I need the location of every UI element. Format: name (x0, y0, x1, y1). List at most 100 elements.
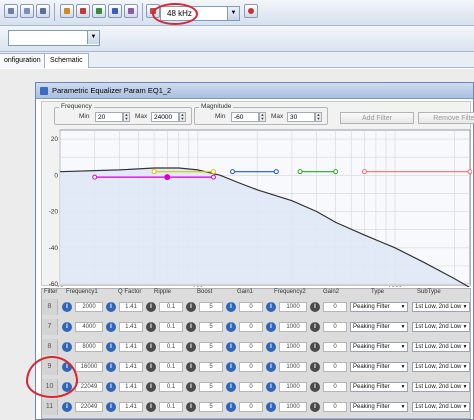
frequency2-value[interactable]: 1000 (279, 402, 307, 412)
q-knob-icon[interactable]: i (106, 362, 116, 372)
column-header[interactable]: SubType (417, 289, 441, 298)
tab-schematic[interactable]: Schematic (44, 53, 89, 68)
filter-type-select[interactable]: Peaking Filter ▼ (350, 302, 408, 312)
chevron-down-icon[interactable]: ▼ (461, 403, 469, 411)
align-icon[interactable] (60, 4, 74, 18)
ripple-knob-icon[interactable]: i (146, 382, 156, 392)
table-row[interactable]: 11 i 22049 i 1.41 i 0.1 i 5 i 0 i 1000 i 0 Peaking Filt… (42, 399, 472, 415)
filter-type-select[interactable]: Peaking Filter ▼ (350, 402, 408, 412)
chevron-down-icon[interactable]: ▼ (461, 303, 469, 311)
q-knob-icon[interactable]: i (106, 382, 116, 392)
frequency2-knob-icon[interactable]: i (266, 362, 276, 372)
boost-knob-icon[interactable]: i (186, 382, 196, 392)
ripple-value[interactable]: 0.1 (159, 362, 183, 372)
table-row[interactable]: 9 i 16000 i 1.41 i 0.1 i 5 i 0 i 1000 i 0 Peaking Filte… (42, 359, 472, 375)
gain1-value[interactable]: 0 (239, 342, 263, 352)
ripple-knob-icon[interactable]: i (146, 402, 156, 412)
gain2-knob-icon[interactable]: i (310, 402, 320, 412)
frequency-knob-icon[interactable]: i (62, 342, 72, 352)
filter-subtype-select[interactable]: 1st Low, 2nd Low ▼ (412, 382, 470, 392)
column-header[interactable]: Boost (197, 289, 212, 298)
q-value[interactable]: 1.41 (119, 382, 143, 392)
chevron-down-icon[interactable]: ▼ (461, 323, 469, 331)
frequency2-value[interactable]: 1000 (279, 302, 307, 312)
gain2-value[interactable]: 0 (323, 402, 347, 412)
tab-configuration[interactable]: onfiguration (0, 53, 47, 68)
settings-icon[interactable] (244, 4, 258, 18)
frequency2-value[interactable]: 1000 (279, 362, 307, 372)
ripple-knob-icon[interactable]: i (146, 322, 156, 332)
frequency2-value[interactable]: 1000 (279, 322, 307, 332)
frequency-value[interactable]: 4000 (75, 322, 103, 332)
filter-type-select[interactable]: Peaking Filter ▼ (350, 322, 408, 332)
ripple-value[interactable]: 0.1 (159, 322, 183, 332)
chevron-down-icon[interactable]: ▼ (227, 7, 239, 20)
filter-subtype-select[interactable]: 1st Low, 2nd Low ▼ (412, 302, 470, 312)
gain2-value[interactable]: 0 (323, 302, 347, 312)
list-icon[interactable] (20, 4, 34, 18)
table-row[interactable]: 8 i 2000 i 1.41 i 0.1 i 5 i 0 i 1000 i 0 Peaking Filter… (42, 299, 472, 315)
column-header[interactable]: Filter (44, 289, 57, 298)
boost-value[interactable]: 5 (199, 382, 223, 392)
column-header[interactable]: Q Factor (118, 289, 141, 298)
gain1-knob-icon[interactable]: i (226, 302, 236, 312)
filter-type-select[interactable]: Peaking Filter ▼ (350, 362, 408, 372)
gain2-knob-icon[interactable]: i (310, 342, 320, 352)
ripple-value[interactable]: 0.1 (159, 382, 183, 392)
frequency-knob-icon[interactable]: i (62, 322, 72, 332)
column-header[interactable]: Ripple (154, 289, 171, 298)
frequency2-value[interactable]: 1000 (279, 342, 307, 352)
boost-value[interactable]: 5 (199, 322, 223, 332)
frequency-value[interactable]: 22049 (75, 402, 103, 412)
table-row[interactable]: 8 i 8000 i 1.41 i 0.1 i 5 i 0 i 1000 i 0 Peaking Filter… (42, 339, 472, 355)
gain2-value[interactable]: 0 (323, 342, 347, 352)
ripple-knob-icon[interactable]: i (146, 362, 156, 372)
grid-icon[interactable] (4, 4, 18, 18)
gain1-value[interactable]: 0 (239, 402, 263, 412)
chevron-down-icon[interactable]: ▼ (461, 363, 469, 371)
chevron-down-icon[interactable]: ▼ (461, 343, 469, 351)
frequency2-value[interactable]: 1000 (279, 382, 307, 392)
gain1-value[interactable]: 0 (239, 362, 263, 372)
frequency2-knob-icon[interactable]: i (266, 382, 276, 392)
table-row[interactable]: 10 i 22049 i 1.41 i 0.1 i 5 i 0 i 1000 i 0 Peaking Filt… (42, 379, 472, 395)
boost-knob-icon[interactable]: i (186, 402, 196, 412)
q-value[interactable]: 1.41 (119, 302, 143, 312)
chevron-down-icon[interactable]: ▼ (399, 343, 407, 351)
column-header[interactable]: Gain1 (237, 289, 253, 298)
column-header[interactable]: Frequency1 (66, 289, 98, 298)
chevron-down-icon[interactable]: ▼ (399, 323, 407, 331)
filter-type-select[interactable]: Peaking Filter ▼ (350, 382, 408, 392)
table-row[interactable]: 7 i 4000 i 1.41 i 0.1 i 5 i 0 i 1000 i 0 Peaking Filter… (42, 319, 472, 335)
gain1-knob-icon[interactable]: i (226, 402, 236, 412)
chevron-down-icon[interactable]: ▼ (87, 31, 99, 44)
frequency-value[interactable]: 16000 (75, 362, 103, 372)
panel-icon[interactable] (36, 4, 50, 18)
q-value[interactable]: 1.41 (119, 402, 143, 412)
ripple-value[interactable]: 0.1 (159, 302, 183, 312)
ripple-knob-icon[interactable]: i (146, 302, 156, 312)
frequency2-knob-icon[interactable]: i (266, 322, 276, 332)
q-knob-icon[interactable]: i (106, 302, 116, 312)
components-icon[interactable] (76, 4, 90, 18)
column-header[interactable]: Type (371, 289, 384, 298)
boost-knob-icon[interactable]: i (186, 302, 196, 312)
gain1-knob-icon[interactable]: i (226, 342, 236, 352)
tools-icon[interactable] (92, 4, 106, 18)
q-value[interactable]: 1.41 (119, 322, 143, 332)
column-header[interactable]: Gain2 (323, 289, 339, 298)
gain2-value[interactable]: 0 (323, 362, 347, 372)
frequency-knob-icon[interactable]: i (62, 402, 72, 412)
q-value[interactable]: 1.41 (119, 362, 143, 372)
chevron-down-icon[interactable]: ▼ (461, 383, 469, 391)
gain2-value[interactable]: 0 (323, 382, 347, 392)
chip-icon[interactable] (108, 4, 122, 18)
q-value[interactable]: 1.41 (119, 342, 143, 352)
gain1-knob-icon[interactable]: i (226, 362, 236, 372)
filter-subtype-select[interactable]: 1st Low, 2nd Low ▼ (412, 342, 470, 352)
arrow-icon[interactable] (124, 4, 138, 18)
ripple-value[interactable]: 0.1 (159, 402, 183, 412)
column-header[interactable]: Frequency2 (274, 289, 306, 298)
gain1-value[interactable]: 0 (239, 382, 263, 392)
frequency-response-chart[interactable]: 200-20-40-60201001000 (42, 102, 472, 287)
